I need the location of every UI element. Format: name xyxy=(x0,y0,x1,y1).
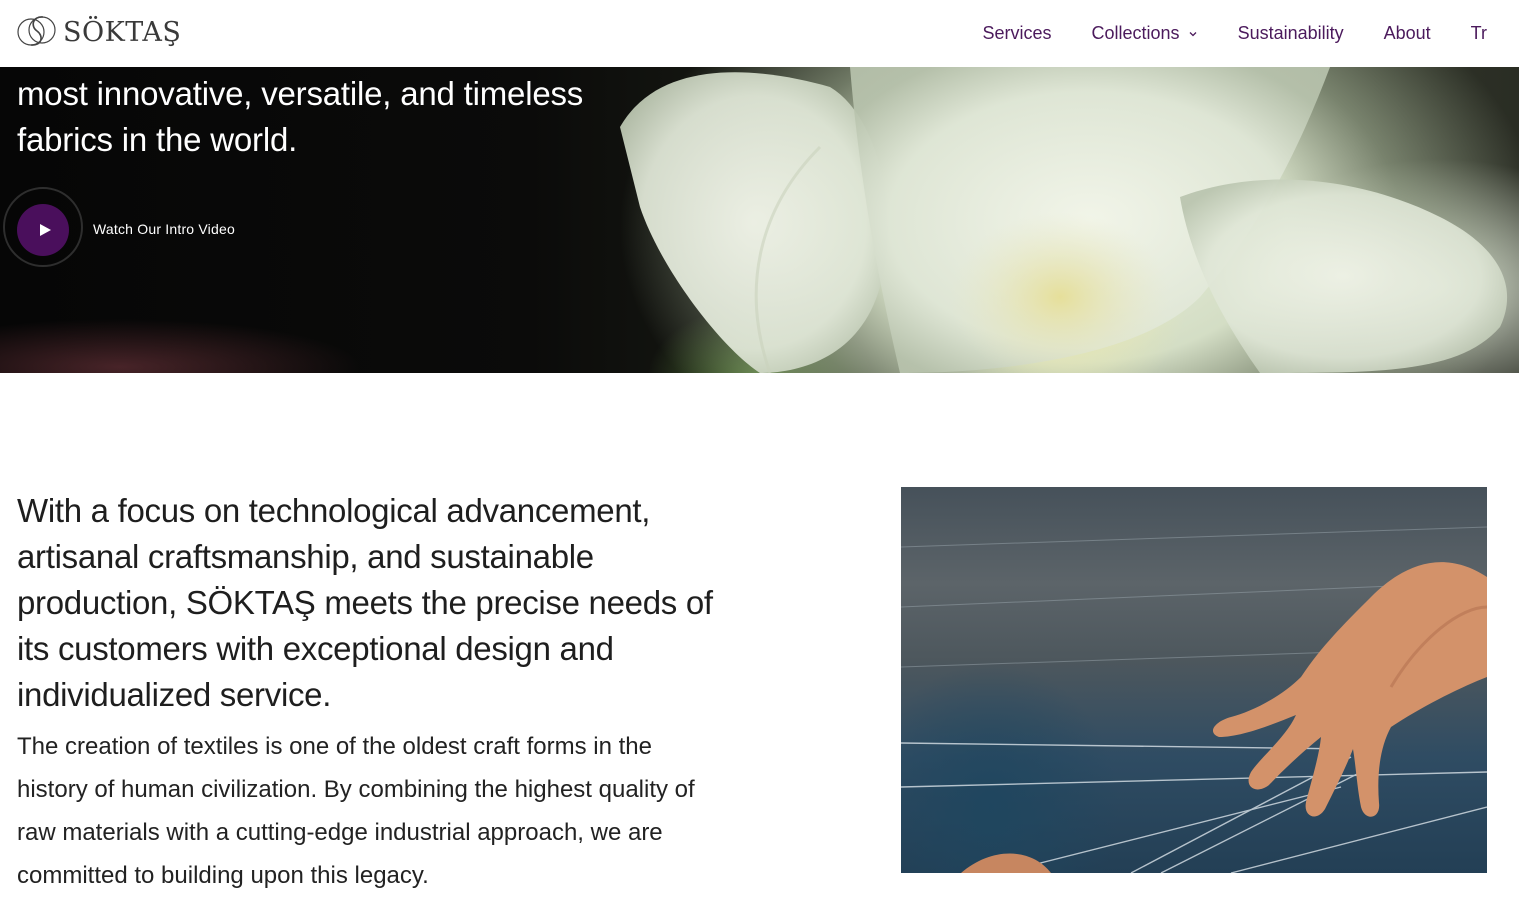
nav-item-label: Tr xyxy=(1470,23,1487,43)
main-nav: Services Collections Sustainability Abou… xyxy=(982,0,1487,67)
intro-heading-line: production, SÖKTAŞ meets the precise nee… xyxy=(17,584,713,621)
intro-heading-line: individualized service. xyxy=(17,676,332,713)
hero-section: most innovative, versatile, and timeless… xyxy=(0,67,1519,373)
logo[interactable]: SÖKTAŞ xyxy=(16,8,181,54)
site-header: SÖKTAŞ Services Collections Sustainabili… xyxy=(0,0,1519,67)
intro-paragraph-line: raw materials with a cutting-edge indust… xyxy=(17,819,663,846)
nav-item-label: Collections xyxy=(1091,23,1180,43)
intro-paragraph-line: committed to building upon this legacy. xyxy=(17,862,429,889)
intro-heading-line: its customers with exceptional design an… xyxy=(17,630,614,667)
intro-paragraph-line: The creation of textiles is one of the o… xyxy=(17,733,652,760)
nav-item-collections[interactable]: Collections xyxy=(1092,23,1198,44)
nav-item-about[interactable]: About xyxy=(1384,23,1431,44)
intro-heading: With a focus on technological advancemen… xyxy=(17,488,757,718)
weaving-hand-photo xyxy=(901,487,1487,873)
hero-tagline-line: fabrics in the world. xyxy=(17,121,298,158)
play-video-button[interactable] xyxy=(17,204,69,256)
intro-paragraph: The creation of textiles is one of the o… xyxy=(17,725,757,897)
intro-paragraph-line: history of human civilization. By combin… xyxy=(17,776,695,803)
watch-intro-video-link[interactable]: Watch Our Intro Video xyxy=(93,221,235,237)
nav-item-label: Services xyxy=(982,23,1052,43)
intro-heading-line: With a focus on technological advancemen… xyxy=(17,492,651,529)
logo-monogram-icon xyxy=(17,16,56,46)
hero-tagline: most innovative, versatile, and timeless… xyxy=(17,71,637,163)
hero-tagline-line: most innovative, versatile, and timeless xyxy=(17,75,584,112)
nav-item-label: About xyxy=(1383,23,1431,43)
play-icon xyxy=(39,224,51,236)
nav-item-language-tr[interactable]: Tr xyxy=(1471,23,1487,44)
intro-heading-line: artisanal craftsmanship, and sustainable xyxy=(17,538,594,575)
nav-item-services[interactable]: Services xyxy=(982,23,1051,44)
nav-item-label: Sustainability xyxy=(1237,23,1344,43)
nav-item-sustainability[interactable]: Sustainability xyxy=(1238,23,1344,44)
logo-text: SÖKTAŞ xyxy=(63,16,182,48)
chevron-down-icon xyxy=(1189,31,1197,36)
